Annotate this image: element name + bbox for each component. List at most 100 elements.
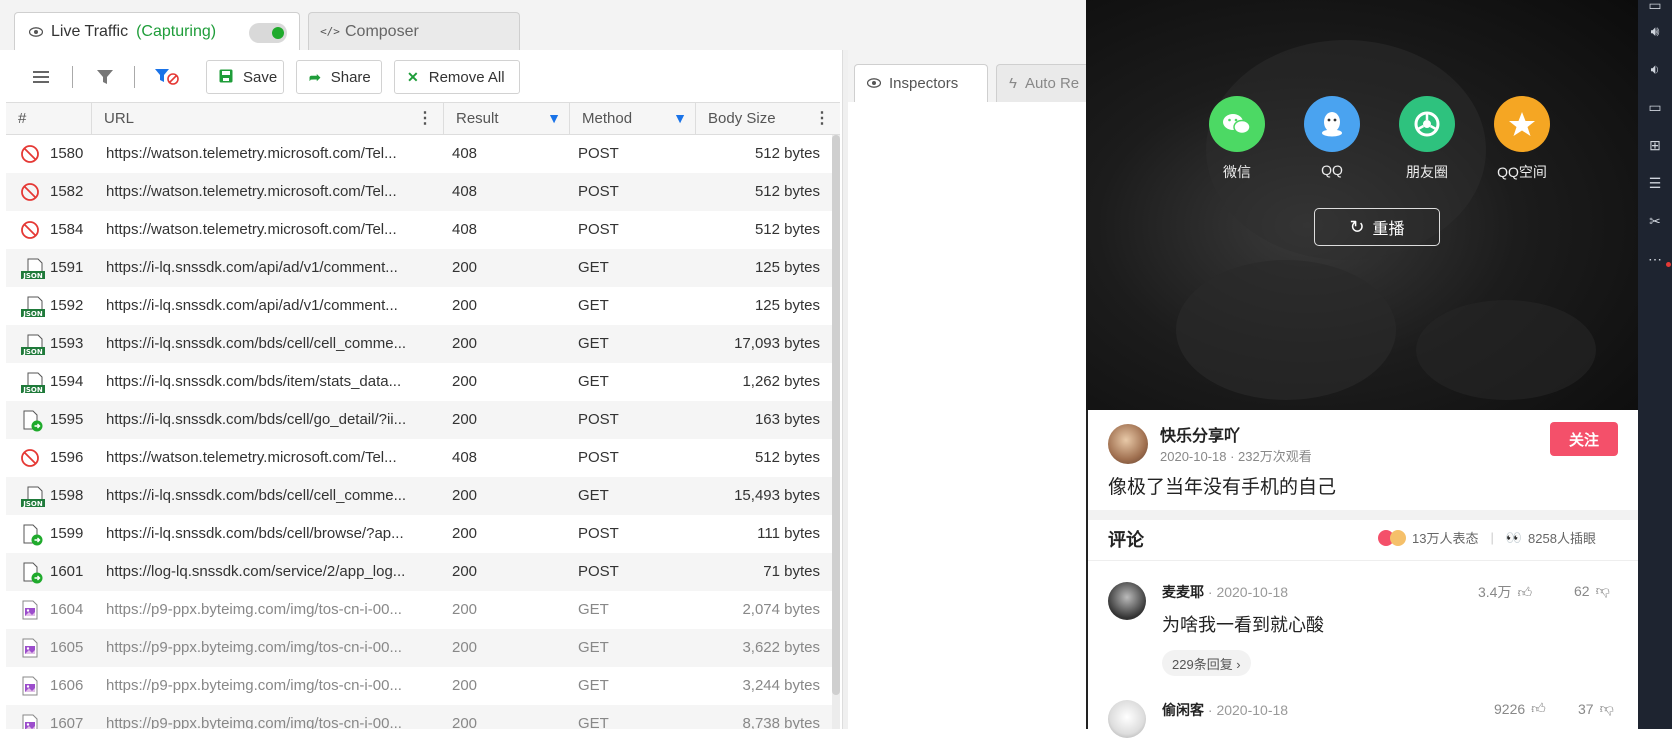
scissors-icon[interactable]: ✂ <box>1646 212 1664 230</box>
capturing-status: (Capturing) <box>136 22 217 40</box>
table-row[interactable]: 1595 https://i-lq.snssdk.com/bds/cell/go_… <box>6 401 832 439</box>
remove-all-button[interactable]: ✕ Remove All <box>394 60 520 94</box>
screen-icon[interactable]: ▭ <box>1646 98 1664 116</box>
share-qq[interactable]: QQ <box>1287 96 1377 178</box>
share-panel: 微信 QQ 朋友圈 QQ空间 <box>1192 96 1572 186</box>
share-button[interactable]: ➦ Share <box>296 60 382 94</box>
filter-icon[interactable] <box>92 64 118 90</box>
table-header: # URL ⋮ Result ▼ Method ▼ Body Size ⋮ <box>6 102 840 135</box>
menu-icon[interactable] <box>28 64 54 90</box>
column-result-label: Result <box>456 110 499 127</box>
commenter-name[interactable]: 偷闲客 · 2020-10-18 <box>1162 700 1288 720</box>
save-button[interactable]: Save <box>206 60 284 94</box>
save-icon <box>219 69 233 86</box>
table-row[interactable]: 1604 https://p9-ppx.byteimg.com/img/tos-c… <box>6 591 832 629</box>
commenter-avatar[interactable] <box>1108 700 1146 738</box>
keyboard-icon[interactable]: ▭ <box>1646 0 1664 14</box>
replay-button[interactable]: ↻ 重播 <box>1314 208 1440 246</box>
table-row[interactable]: JSON 1593 https://i-lq.snssdk.com/bds/cell… <box>6 325 832 363</box>
share-moments[interactable]: 朋友圈 <box>1382 96 1472 182</box>
blocked-icon <box>20 448 42 468</box>
section-divider <box>1088 510 1640 520</box>
table-row[interactable]: 1580 https://watson.telemetry.microsoft.c… <box>6 135 832 173</box>
tab-composer[interactable]: </> Composer <box>308 12 520 50</box>
row-number: 1595 <box>50 411 84 428</box>
tab-live-traffic[interactable]: Live Traffic (Capturing) <box>14 12 300 50</box>
commenter-name[interactable]: 麦麦耶 · 2020-10-18 <box>1162 582 1288 602</box>
comment-like-button[interactable]: 9226 👍︎ <box>1494 700 1546 717</box>
share-wechat[interactable]: 微信 <box>1192 96 1282 182</box>
row-body-size: 125 bytes <box>754 259 820 276</box>
row-body-size: 3,622 bytes <box>742 639 820 656</box>
apk-install-icon[interactable]: ⊞ <box>1646 136 1664 154</box>
column-menu-icon[interactable]: ⋮ <box>417 103 433 134</box>
tab-strip: Live Traffic (Capturing) </> Composer <box>0 0 1086 51</box>
column-filter-icon[interactable]: ▼ <box>547 103 561 134</box>
table-row[interactable]: JSON 1592 https://i-lq.snssdk.com/api/ad/v… <box>6 287 832 325</box>
row-url: https://i-lq.snssdk.com/api/ad/v1/commen… <box>106 297 398 314</box>
follow-button[interactable]: 关注 <box>1550 422 1618 456</box>
author-name[interactable]: 快乐分享吖 <box>1160 422 1240 446</box>
volume-up-icon[interactable]: 🔊︎ <box>1646 22 1664 40</box>
row-url: https://i-lq.snssdk.com/bds/cell/cell_co… <box>106 487 407 504</box>
video-meta: 2020-10-18 · 232万次观看 <box>1160 449 1312 464</box>
scrollbar-thumb[interactable] <box>832 135 840 695</box>
row-url: https://p9-ppx.byteimg.com/img/tos-cn-i-… <box>106 601 402 618</box>
comment-like-button[interactable]: 3.4万 👍︎ <box>1478 582 1532 602</box>
row-body-size: 3,244 bytes <box>742 677 820 694</box>
commenter-avatar[interactable] <box>1108 582 1146 620</box>
column-header-num[interactable]: # <box>6 103 92 134</box>
comment-dislike-button[interactable]: 62 👎︎ <box>1574 582 1610 599</box>
view-replies-button[interactable]: 229条回复 › <box>1162 650 1251 676</box>
close-icon: ✕ <box>407 68 419 85</box>
table-row[interactable]: 1582 https://watson.telemetry.microsoft.c… <box>6 173 832 211</box>
image-icon <box>20 600 42 620</box>
row-number: 1605 <box>50 639 84 656</box>
table-row[interactable]: 1606 https://p9-ppx.byteimg.com/img/tos-c… <box>6 667 832 705</box>
author-avatar[interactable] <box>1108 424 1148 464</box>
column-filter-icon[interactable]: ▼ <box>673 103 687 134</box>
eye-icon <box>29 25 43 39</box>
traffic-pane: Live Traffic (Capturing) </> Composer Sa… <box>0 0 1116 729</box>
table-row[interactable]: 1596 https://watson.telemetry.microsoft.c… <box>6 439 832 477</box>
table-row[interactable]: 1584 https://watson.telemetry.microsoft.c… <box>6 211 832 249</box>
more-icon[interactable]: ⋯ <box>1646 250 1664 268</box>
row-body-size: 1,262 bytes <box>742 373 820 390</box>
volume-down-icon[interactable]: 🔉︎ <box>1646 60 1664 78</box>
table-row[interactable]: 1601 https://log-lq.snssdk.com/service/2/… <box>6 553 832 591</box>
comment-like-count: 3.4万 <box>1478 584 1512 600</box>
share-arrow-icon: ➦ <box>309 68 321 85</box>
post-doc-icon <box>20 524 43 546</box>
video-player[interactable]: 微信 QQ 朋友圈 QQ空间 ↻ 重播 <box>1086 0 1638 410</box>
column-menu-icon[interactable]: ⋮ <box>814 103 830 134</box>
multi-instance-icon[interactable]: ☰ <box>1646 174 1664 192</box>
share-qzone[interactable]: QQ空间 <box>1477 96 1567 182</box>
row-body-size: 512 bytes <box>754 183 820 200</box>
clear-filter-icon[interactable] <box>154 64 180 90</box>
capture-toggle[interactable] <box>249 23 287 43</box>
comment-dislike-button[interactable]: 37 👎︎ <box>1578 700 1614 717</box>
json-icon: JSON <box>20 258 45 280</box>
row-number: 1592 <box>50 297 84 314</box>
row-method: GET <box>578 715 609 729</box>
column-header-size[interactable]: Body Size ⋮ <box>696 103 840 134</box>
column-header-url[interactable]: URL ⋮ <box>92 103 444 134</box>
share-wechat-label: 微信 <box>1223 164 1251 180</box>
table-row[interactable]: JSON 1591 https://i-lq.snssdk.com/api/ad/v… <box>6 249 832 287</box>
row-body-size: 17,093 bytes <box>734 335 820 352</box>
share-qzone-label: QQ空间 <box>1497 164 1547 180</box>
blocked-icon <box>20 182 42 202</box>
tab-inspectors[interactable]: Inspectors <box>854 64 988 102</box>
row-result: 200 <box>452 525 478 542</box>
row-url: https://i-lq.snssdk.com/bds/cell/go_deta… <box>106 411 407 428</box>
column-header-result[interactable]: Result ▼ <box>444 103 570 134</box>
table-row[interactable]: 1607 https://p9-ppx.byteimg.com/img/tos-c… <box>6 705 832 729</box>
table-row[interactable]: 1605 https://p9-ppx.byteimg.com/img/tos-c… <box>6 629 832 667</box>
table-row[interactable]: JSON 1598 https://i-lq.snssdk.com/bds/cell… <box>6 477 832 515</box>
table-row[interactable]: JSON 1594 https://i-lq.snssdk.com/bds/item… <box>6 363 832 401</box>
table-row[interactable]: 1599 https://i-lq.snssdk.com/bds/cell/bro… <box>6 515 832 553</box>
post-doc-icon <box>20 410 43 432</box>
column-header-method[interactable]: Method ▼ <box>570 103 696 134</box>
video-info-panel: 快乐分享吖 2020-10-18 · 232万次观看 关注 像极了当年没有手机的… <box>1086 410 1640 738</box>
row-method: GET <box>578 373 609 390</box>
